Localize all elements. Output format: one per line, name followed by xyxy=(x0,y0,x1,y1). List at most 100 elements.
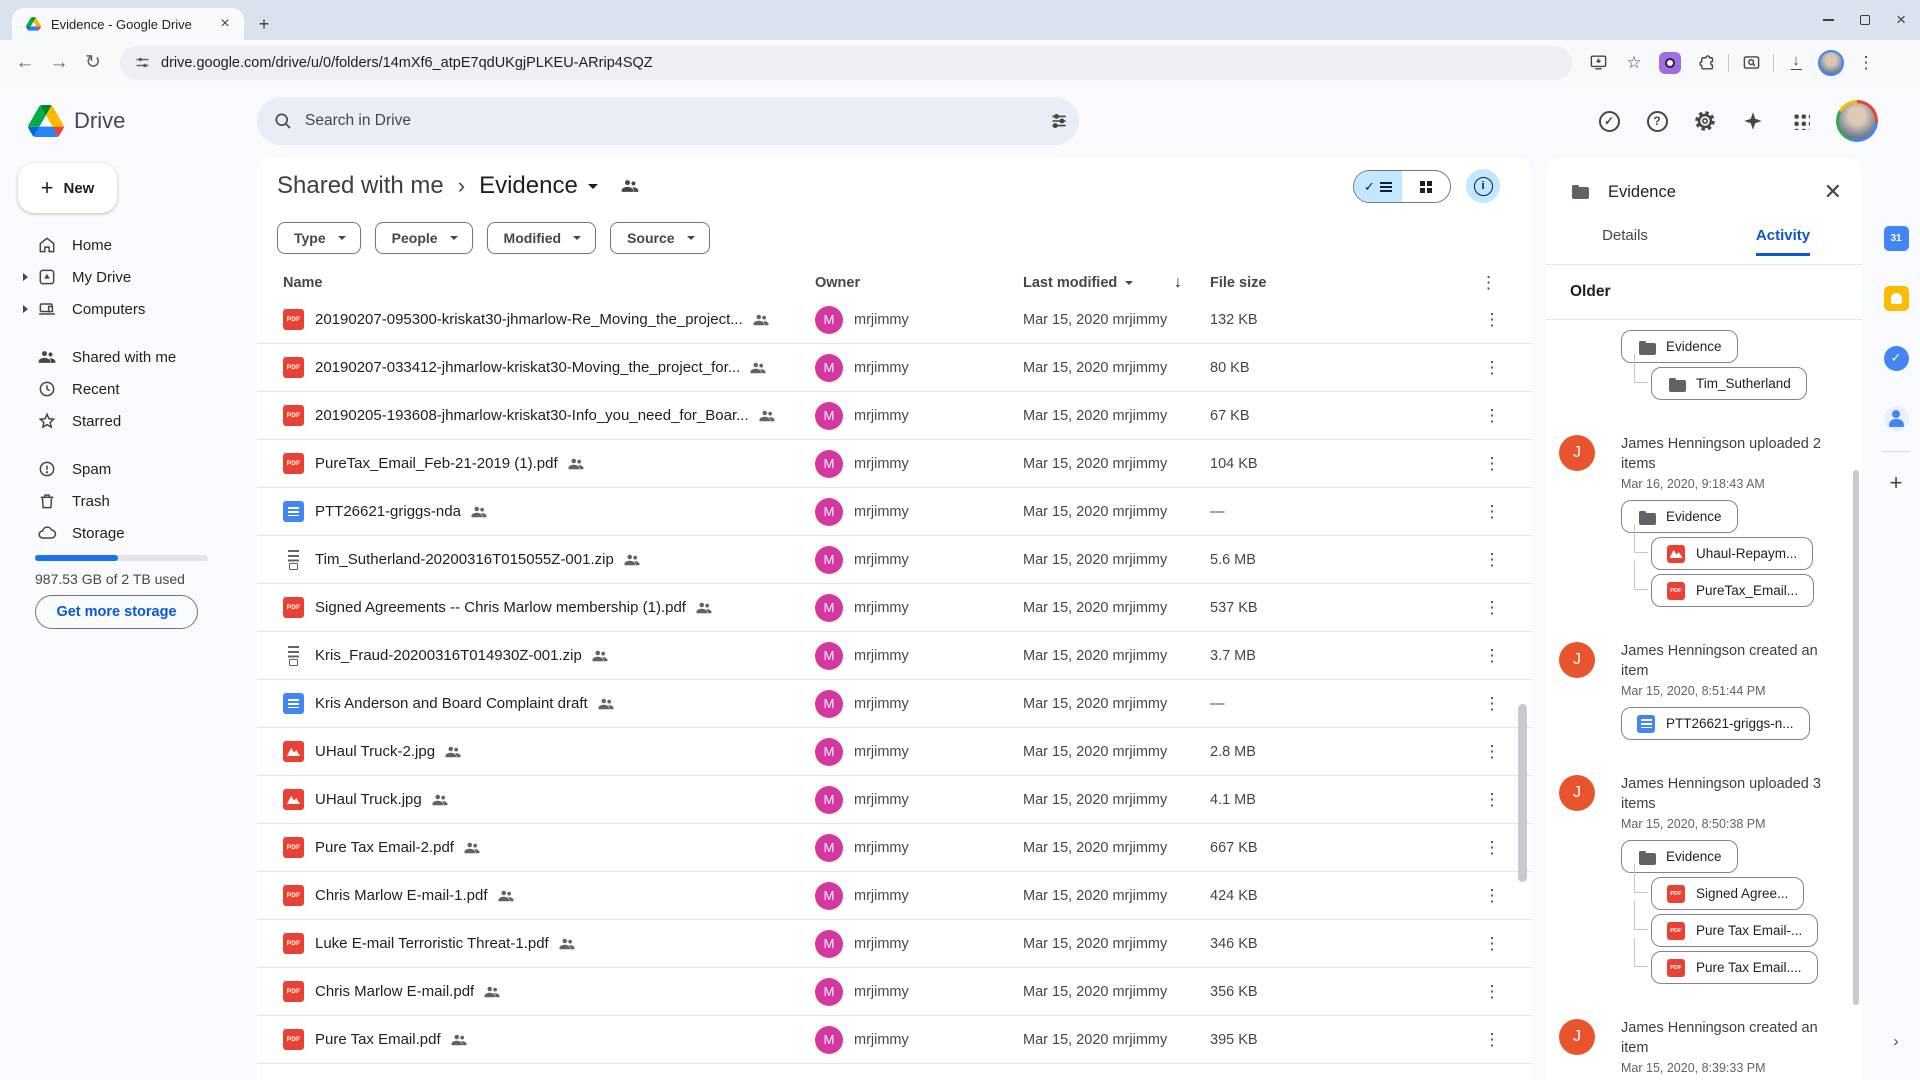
column-header-last-modified[interactable]: Last modified ↓ xyxy=(1023,274,1210,292)
window-close-button[interactable]: × xyxy=(1896,15,1906,25)
row-more-actions-icon[interactable]: ⋮ xyxy=(1480,502,1504,522)
search-bar[interactable] xyxy=(257,97,1079,145)
expand-caret-icon[interactable] xyxy=(23,273,28,281)
row-more-actions-icon[interactable]: ⋮ xyxy=(1480,790,1504,810)
table-row[interactable]: PDF 20190207-095300-kriskat30-jhmarlow-R… xyxy=(257,296,1532,344)
column-header-name[interactable]: Name xyxy=(283,275,815,291)
new-tab-button[interactable]: + xyxy=(252,12,276,36)
extensions-puzzle-icon[interactable] xyxy=(1692,49,1720,77)
table-row[interactable]: PDF Pure Tax Email-2.pdf M mrjimmy Mar 1… xyxy=(257,824,1532,872)
get-add-ons-icon[interactable]: + xyxy=(1890,470,1903,496)
activity-item-chip[interactable]: PDF PureTax_Email... xyxy=(1651,574,1814,607)
keep-icon[interactable] xyxy=(1883,285,1909,311)
sidebar-item-spam[interactable]: Spam xyxy=(0,453,257,485)
get-more-storage-button[interactable]: Get more storage xyxy=(35,595,198,629)
grid-view-button[interactable] xyxy=(1402,171,1450,202)
contacts-icon[interactable] xyxy=(1883,405,1909,431)
table-row[interactable]: PDF 20190207-033412-jhmarlow-kriskat30-M… xyxy=(257,344,1532,392)
sidebar-item-home[interactable]: Home xyxy=(0,229,257,261)
sidebar-item-starred[interactable]: Starred xyxy=(0,405,257,437)
row-more-actions-icon[interactable]: ⋮ xyxy=(1480,886,1504,906)
calendar-icon[interactable]: 31 xyxy=(1883,225,1909,251)
activity-item-chip[interactable]: Tim_Sutherland xyxy=(1651,367,1807,400)
view-toggle[interactable]: ✓ xyxy=(1353,170,1451,203)
activity-item-chip[interactable]: PDF Pure Tax Email.... xyxy=(1651,951,1818,984)
site-info-icon[interactable] xyxy=(134,54,151,71)
row-more-actions-icon[interactable]: ⋮ xyxy=(1480,550,1504,570)
expand-caret-icon[interactable] xyxy=(23,305,28,313)
sidebar-item-trash[interactable]: Trash xyxy=(0,485,257,517)
table-row[interactable]: Kris_Fraud-20200316T014930Z-001.zip M mr… xyxy=(257,632,1532,680)
breadcrumb-current-folder[interactable]: Evidence xyxy=(479,172,578,200)
sidebar-item-my-drive[interactable]: My Drive xyxy=(0,261,257,293)
table-row[interactable]: PDF Pure Tax Email.pdf M mrjimmy Mar 15,… xyxy=(257,1016,1532,1064)
activity-item-chip[interactable]: PTT26621-griggs-n... xyxy=(1621,707,1810,740)
filter-chip-modified[interactable]: Modified xyxy=(487,222,597,254)
row-more-actions-icon[interactable]: ⋮ xyxy=(1480,454,1504,474)
filter-chip-type[interactable]: Type xyxy=(277,222,361,254)
offline-status-icon[interactable]: ✓ xyxy=(1596,108,1622,134)
activity-item-chip[interactable]: Uhaul-Repaym... xyxy=(1651,537,1813,570)
row-more-actions-icon[interactable]: ⋮ xyxy=(1480,358,1504,378)
table-row[interactable]: PDF Luke E-mail Terroristic Threat-1.pdf… xyxy=(257,920,1532,968)
forward-button[interactable]: → xyxy=(42,46,76,80)
table-row[interactable]: Tim_Sutherland-20200316T015055Z-001.zip … xyxy=(257,536,1532,584)
reload-button[interactable]: ↻ xyxy=(76,46,110,80)
google-apps-grid-icon[interactable] xyxy=(1788,108,1814,134)
list-view-button[interactable]: ✓ xyxy=(1354,171,1402,202)
row-more-actions-icon[interactable]: ⋮ xyxy=(1480,742,1504,762)
sidebar-item-storage[interactable]: Storage xyxy=(0,517,257,549)
column-header-owner[interactable]: Owner xyxy=(815,275,1023,291)
sidebar-item-recent[interactable]: Recent xyxy=(0,373,257,405)
window-minimize-button[interactable] xyxy=(1823,19,1834,21)
browser-menu-icon[interactable]: ⋮ xyxy=(1852,49,1880,77)
tab-close-icon[interactable]: × xyxy=(216,15,234,33)
column-header-file-size[interactable]: File size xyxy=(1210,275,1480,291)
address-bar[interactable]: drive.google.com/drive/u/0/folders/14mXf… xyxy=(120,46,1572,80)
breadcrumb-shared-with-me[interactable]: Shared with me xyxy=(277,172,444,200)
downloads-icon[interactable]: ↓ xyxy=(1782,49,1810,77)
table-row[interactable]: PTT26621-griggs-nda M mrjimmy Mar 15, 20… xyxy=(257,488,1532,536)
details-info-button[interactable]: i xyxy=(1466,169,1500,203)
table-row[interactable]: PDF Chris Marlow E-mail.pdf M mrjimmy Ma… xyxy=(257,968,1532,1016)
row-more-actions-icon[interactable]: ⋮ xyxy=(1480,694,1504,714)
tab-details[interactable]: Details xyxy=(1546,227,1704,264)
install-app-icon[interactable] xyxy=(1584,49,1612,77)
activity-item-chip[interactable]: PDF Signed Agree... xyxy=(1651,877,1804,910)
filter-chip-source[interactable]: Source xyxy=(610,222,709,254)
table-row[interactable]: PDF 20190205-193608-jhmarlow-kriskat30-I… xyxy=(257,392,1532,440)
table-row[interactable]: PDF Chris Marlow E-mail-1.pdf M mrjimmy … xyxy=(257,872,1532,920)
row-more-actions-icon[interactable]: ⋮ xyxy=(1480,406,1504,426)
table-row[interactable]: UHaul Truck-2.jpg M mrjimmy Mar 15, 2020… xyxy=(257,728,1532,776)
row-more-actions-icon[interactable]: ⋮ xyxy=(1480,838,1504,858)
extension-camera-icon[interactable] xyxy=(1656,49,1684,77)
tab-activity[interactable]: Activity xyxy=(1704,227,1862,264)
table-row[interactable]: PDF Signed Agreements -- Chris Marlow me… xyxy=(257,584,1532,632)
sidebar-item-computers[interactable]: Computers xyxy=(0,293,257,325)
table-row[interactable]: Kris Anderson and Board Complaint draft … xyxy=(257,680,1532,728)
row-more-actions-icon[interactable]: ⋮ xyxy=(1480,598,1504,618)
back-button[interactable]: ← xyxy=(8,46,42,80)
search-input[interactable] xyxy=(305,112,1049,130)
table-more-actions-icon[interactable]: ⋮ xyxy=(1480,273,1532,293)
folder-menu-caret-icon[interactable] xyxy=(588,184,598,189)
bookmark-star-icon[interactable]: ☆ xyxy=(1620,49,1648,77)
sidebar-item-shared-with-me[interactable]: Shared with me xyxy=(0,341,257,373)
filter-chip-people[interactable]: People xyxy=(375,222,473,254)
hide-side-panel-icon[interactable]: › xyxy=(1872,1033,1920,1050)
search-options-icon[interactable] xyxy=(1049,111,1069,131)
window-maximize-button[interactable] xyxy=(1860,15,1870,25)
row-more-actions-icon[interactable]: ⋮ xyxy=(1480,982,1504,1002)
table-row[interactable]: UHaul Truck.jpg M mrjimmy Mar 15, 2020 m… xyxy=(257,776,1532,824)
browser-tab[interactable]: Evidence - Google Drive × xyxy=(12,8,244,40)
settings-gear-icon[interactable] xyxy=(1692,108,1718,134)
side-panel-search-icon[interactable] xyxy=(1737,49,1765,77)
tasks-icon[interactable]: ✓ xyxy=(1883,345,1909,371)
row-more-actions-icon[interactable]: ⋮ xyxy=(1480,310,1504,330)
new-button[interactable]: + New xyxy=(18,163,117,213)
activity-item-chip[interactable]: PDF Pure Tax Email-... xyxy=(1651,914,1818,947)
row-more-actions-icon[interactable]: ⋮ xyxy=(1480,1030,1504,1050)
row-more-actions-icon[interactable]: ⋮ xyxy=(1480,646,1504,666)
close-icon[interactable]: ✕ xyxy=(1824,179,1842,205)
browser-profile-avatar[interactable] xyxy=(1818,50,1844,76)
